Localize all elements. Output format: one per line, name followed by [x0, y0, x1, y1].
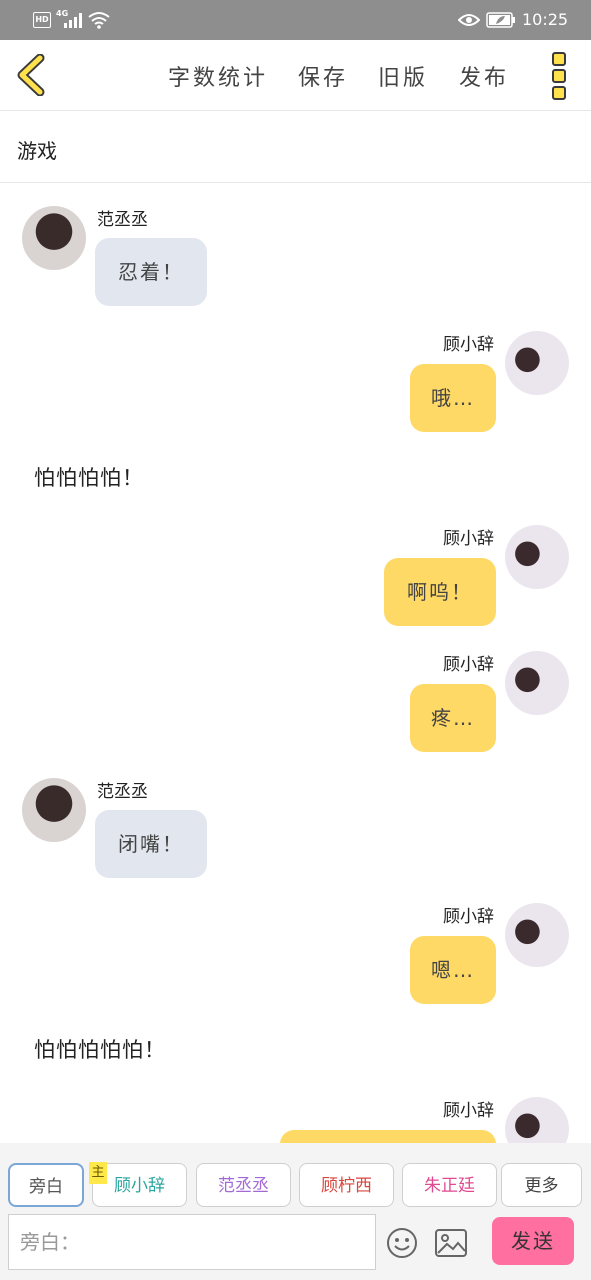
avatar[interactable]	[505, 1097, 569, 1143]
speaker-name: 顾小辞	[443, 1101, 494, 1121]
narration-text[interactable]: 怕怕怕怕怕！	[34, 1034, 166, 1064]
old-version-button[interactable]: 旧版	[378, 60, 428, 92]
top-toolbar: 字数统计 保存 旧版 发布	[0, 40, 591, 111]
signal-icon	[64, 13, 82, 28]
chat-bubble[interactable]: 嗯…	[410, 936, 496, 1004]
avatar[interactable]	[505, 651, 569, 715]
composer: 旁白 主 顾小辞 范丞丞 顾柠西 朱正廷 更多 旁白： 发送	[0, 1143, 591, 1280]
avatar[interactable]	[22, 206, 86, 270]
chat-bubble[interactable]: 闭嘴！	[95, 810, 207, 878]
narration-text[interactable]: 怕怕怕怕！	[34, 462, 144, 492]
role-chip-narrator[interactable]: 旁白	[8, 1163, 84, 1207]
avatar[interactable]	[505, 331, 569, 395]
chat-bubble[interactable]: 啊呜！	[384, 558, 496, 626]
avatar[interactable]	[505, 525, 569, 589]
image-icon[interactable]	[435, 1229, 467, 1257]
speaker-name: 顾小辞	[443, 529, 494, 549]
role-chip-gu-xiaoci[interactable]: 主 顾小辞	[89, 1162, 187, 1207]
message-input[interactable]: 旁白：	[8, 1214, 376, 1270]
avatar[interactable]	[22, 778, 86, 842]
role-chip-gu-ningxi[interactable]: 顾柠西	[299, 1163, 394, 1207]
publish-button[interactable]: 发布	[459, 60, 509, 92]
main-role-badge: 主	[89, 1162, 107, 1184]
speaker-name: 顾小辞	[443, 655, 494, 675]
more-menu-icon[interactable]	[550, 52, 568, 100]
chapter-title-bar: 游戏	[0, 111, 591, 183]
avatar[interactable]	[505, 903, 569, 967]
clock: 10:25	[522, 10, 569, 29]
chat-bubble[interactable]: 疼…	[410, 684, 496, 752]
chevron-left-icon[interactable]	[14, 54, 48, 96]
eye-icon	[458, 14, 480, 26]
speaker-name: 范丞丞	[97, 210, 148, 230]
chat-bubble[interactable]: 忍着！	[95, 238, 207, 306]
hd-badge: HD	[33, 12, 51, 28]
smiley-icon[interactable]	[386, 1227, 418, 1259]
chat-bubble[interactable]: 哦…	[410, 364, 496, 432]
role-chip-fan-chengcheng[interactable]: 范丞丞	[196, 1163, 291, 1207]
role-chip-label: 顾小辞	[114, 1176, 165, 1196]
word-count-button[interactable]: 字数统计	[168, 60, 268, 92]
chapter-title[interactable]: 游戏	[17, 135, 57, 164]
status-bar: HD 4G 10:25	[0, 0, 591, 40]
role-chip-zhu-zhengting[interactable]: 朱正廷	[402, 1163, 497, 1207]
chat-bubble[interactable]	[280, 1130, 496, 1143]
send-button[interactable]: 发送	[492, 1217, 574, 1265]
wifi-icon	[88, 12, 110, 29]
chat-area[interactable]: 范丞丞 忍着！ 顾小辞 哦… 怕怕怕怕！ 顾小辞 啊呜！ 顾小辞 疼… 范丞丞 …	[0, 183, 591, 1143]
speaker-name: 顾小辞	[443, 907, 494, 927]
more-roles-button[interactable]: 更多	[501, 1163, 582, 1207]
battery-icon	[486, 12, 515, 28]
speaker-name: 顾小辞	[443, 335, 494, 355]
speaker-name: 范丞丞	[97, 782, 148, 802]
save-button[interactable]: 保存	[298, 60, 348, 92]
